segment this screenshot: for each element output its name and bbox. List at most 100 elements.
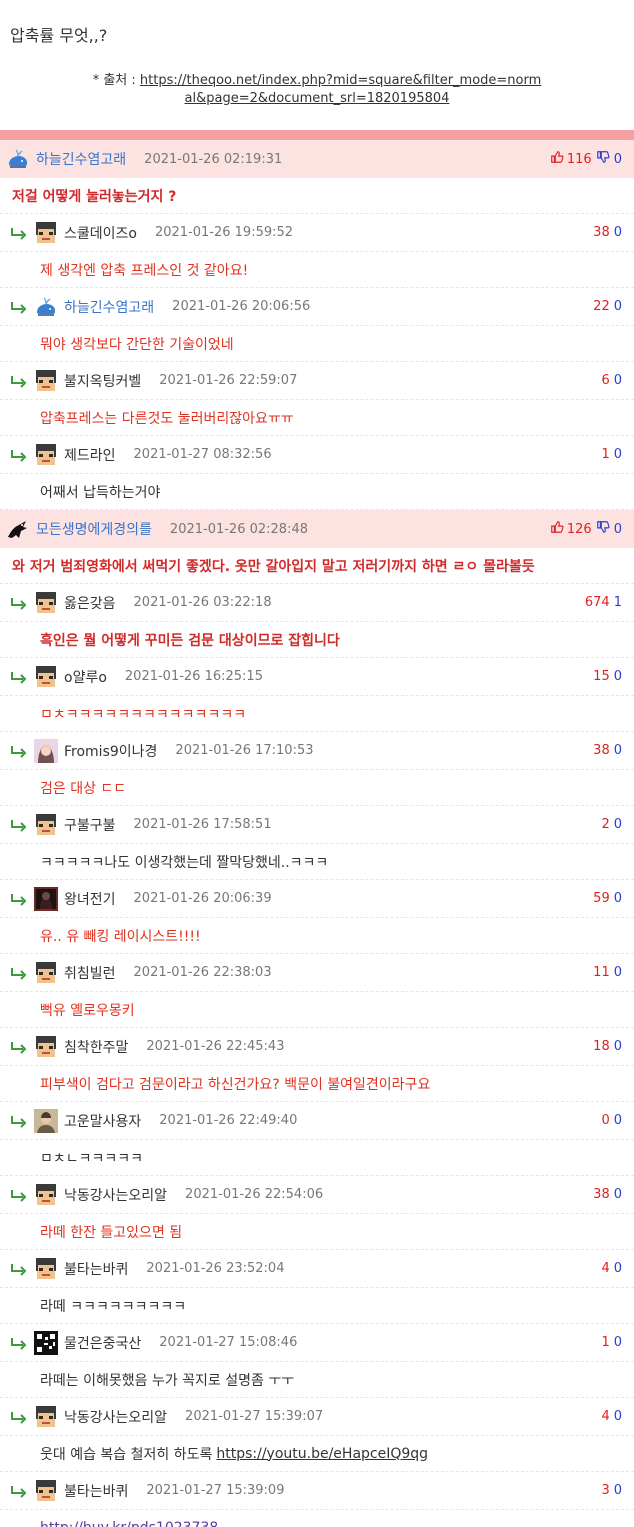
upvote-count: 126 <box>566 521 592 537</box>
avatar[interactable] <box>34 1330 58 1355</box>
post-title: 압축률 무엇,,? <box>10 26 108 45</box>
reply-header: 물건은중국산 2021-01-27 15:08:46 1 0 <box>0 1324 634 1362</box>
avatar[interactable] <box>34 886 58 911</box>
vote-counts: 22 0 <box>593 288 622 325</box>
avatar[interactable] <box>34 1183 58 1207</box>
comment-author[interactable]: 침착한주말 <box>64 1037 128 1057</box>
downvote-count: 0 <box>613 373 622 388</box>
comment-body-row: ㅁㅊㅋㅋㅋㅋㅋㅋㅋㅋㅋㅋㅋㅋㅋㅋ <box>0 696 634 732</box>
comment-author[interactable]: 불타는바퀴 <box>64 1481 128 1501</box>
avatar[interactable] <box>34 443 58 467</box>
comment-author[interactable]: 옳은갖음 <box>64 593 116 613</box>
avatar[interactable] <box>34 1257 58 1281</box>
comment-author[interactable]: 낙동강사는오리알 <box>64 1185 167 1205</box>
comment-author[interactable]: 하늘긴수염고래 <box>36 149 126 169</box>
reply-header: 스쿨데이즈o 2021-01-26 19:59:52 38 0 <box>0 214 634 252</box>
comment-text: 라떼 ㅋㅋㅋㅋㅋㅋㅋㅋㅋ <box>40 1298 187 1315</box>
upvote-count: 3 <box>601 1483 610 1498</box>
best-comment-header: 모든생명에게경의를 2021-01-26 02:28:48 126 0 <box>0 510 634 548</box>
avatar[interactable] <box>34 221 58 245</box>
comment-link[interactable]: https://youtu.be/eHapceIQ9qg <box>216 1446 428 1462</box>
avatar[interactable] <box>34 1035 58 1059</box>
vote-counts: 60 <box>601 362 622 399</box>
avatar[interactable] <box>34 1479 58 1503</box>
comment-body-row: 뻑유 옐로우몽키 <box>0 992 634 1028</box>
avatar[interactable] <box>34 1108 58 1133</box>
comment-author[interactable]: 하늘긴수염고래 <box>64 297 154 317</box>
reply-arrow-icon <box>10 300 28 314</box>
vote-counts: 18 0 <box>593 1028 622 1065</box>
source-prefix: * 출처 : <box>92 73 140 88</box>
comment-text: 와 저거 범죄영화에서 써먹기 좋겠다. 옷만 갈아입지 말고 저러기까지 하면… <box>12 558 535 575</box>
comment-date: 2021-01-26 16:25:15 <box>124 669 263 684</box>
downvote-count: 0 <box>613 891 622 906</box>
avatar[interactable] <box>34 1405 58 1429</box>
comment-text: 뭐야 생각보다 간단한 기술이었네 <box>40 336 234 353</box>
avatar[interactable] <box>34 961 58 985</box>
comment-author[interactable]: 불타는바퀴 <box>64 1259 128 1279</box>
comment-body-row: ㅋㅋㅋㅋㅋ나도 이생각했는데 짤막당했네..ㅋㅋㅋ <box>0 844 634 880</box>
reply-arrow-icon <box>10 818 28 832</box>
avatar[interactable] <box>34 369 58 393</box>
thumbs-down-icon[interactable] <box>596 520 610 538</box>
comment-author[interactable]: Fromis9이나경 <box>64 741 157 761</box>
comment-body-row: http://huv.kr/pds1023738 <box>0 1510 634 1527</box>
comment-date: 2021-01-26 22:49:40 <box>159 1113 298 1128</box>
source-link-line2[interactable]: al&page=2&document_srl=1820195804 <box>185 91 450 106</box>
thumbs-up-icon[interactable] <box>550 150 564 168</box>
reply-arrow-icon <box>10 1484 28 1498</box>
reply-arrow-icon <box>10 1188 28 1202</box>
reply-arrow-icon <box>10 1114 28 1128</box>
comment-text: ㅋㅋㅋㅋㅋ나도 이생각했는데 짤막당했네..ㅋㅋㅋ <box>40 854 329 871</box>
comment-date: 2021-01-26 22:59:07 <box>159 373 298 388</box>
comment-author[interactable]: 스쿨데이즈o <box>64 223 137 243</box>
downvote-count: 0 <box>613 299 622 314</box>
comment-author[interactable]: o얄루o <box>64 667 107 687</box>
avatar[interactable] <box>34 665 58 689</box>
comment-date: 2021-01-26 23:52:04 <box>146 1261 285 1276</box>
comment-date: 2021-01-26 20:06:39 <box>133 891 272 906</box>
reply-header: 취침빌런 2021-01-26 22:38:03 11 0 <box>0 954 634 992</box>
comment-author[interactable]: 구불구불 <box>64 815 116 835</box>
comment-author[interactable]: 취침빌런 <box>64 963 116 983</box>
vote-counts: 11 0 <box>593 954 622 991</box>
comment-author[interactable]: 불지옥팅커벨 <box>64 371 141 391</box>
vote-counts: 674 1 <box>585 584 622 621</box>
reply-header: 침착한주말 2021-01-26 22:45:43 18 0 <box>0 1028 634 1066</box>
downvote-count: 0 <box>613 1409 622 1424</box>
vote-counts: 126 0 <box>550 510 622 548</box>
upvote-count: 4 <box>601 1409 610 1424</box>
comment-author[interactable]: 물건은중국산 <box>64 1333 141 1353</box>
vote-counts: 15 0 <box>593 658 622 695</box>
comment-author[interactable]: 낙동강사는오리알 <box>64 1407 167 1427</box>
comment-text: ㅁㅊㄴㅋㅋㅋㅋㅋ <box>40 1150 144 1167</box>
upvote-count: 38 <box>593 225 610 240</box>
upvote-count: 11 <box>593 965 610 980</box>
avatar[interactable] <box>6 517 30 541</box>
comment-author[interactable]: 왕녀전기 <box>64 889 116 909</box>
comment-body-row: 제 생각엔 압축 프레스인 것 같아요! <box>0 252 634 288</box>
comment-author[interactable]: 고운말사용자 <box>64 1111 141 1131</box>
downvote-count: 0 <box>613 817 622 832</box>
reply-arrow-icon <box>10 1040 28 1054</box>
comment-author[interactable]: 모든생명에게경의를 <box>36 519 152 539</box>
vote-counts: 38 0 <box>593 1176 622 1213</box>
thumbs-down-icon[interactable] <box>596 150 610 168</box>
comment-body-row: 검은 대상 ㄷㄷ <box>0 770 634 806</box>
comment-author[interactable]: 제드라인 <box>64 445 116 465</box>
avatar[interactable] <box>34 591 58 615</box>
avatar[interactable] <box>34 295 58 319</box>
avatar[interactable] <box>34 813 58 837</box>
comment-body-row: 라떼 ㅋㅋㅋㅋㅋㅋㅋㅋㅋ <box>0 1288 634 1324</box>
vote-counts: 59 0 <box>593 880 622 917</box>
comment-list: 하늘긴수염고래 2021-01-26 02:19:31 116 0 저걸 어떻게 눌러놓… <box>0 140 634 1527</box>
avatar[interactable] <box>6 147 30 171</box>
source-link-line1[interactable]: https://theqoo.net/index.php?mid=square&… <box>140 73 541 88</box>
comment-body-row: 흑인은 뭘 어떻게 꾸미든 검문 대상이므로 잡힙니다 <box>0 622 634 658</box>
comment-link[interactable]: http://huv.kr/pds1023738 <box>40 1520 218 1527</box>
vote-counts: 10 <box>601 436 622 473</box>
avatar[interactable] <box>34 738 58 763</box>
reply-header: 고운말사용자 2021-01-26 22:49:40 0 0 <box>0 1102 634 1140</box>
thumbs-up-icon[interactable] <box>550 520 564 538</box>
downvote-count: 0 <box>613 1261 622 1276</box>
